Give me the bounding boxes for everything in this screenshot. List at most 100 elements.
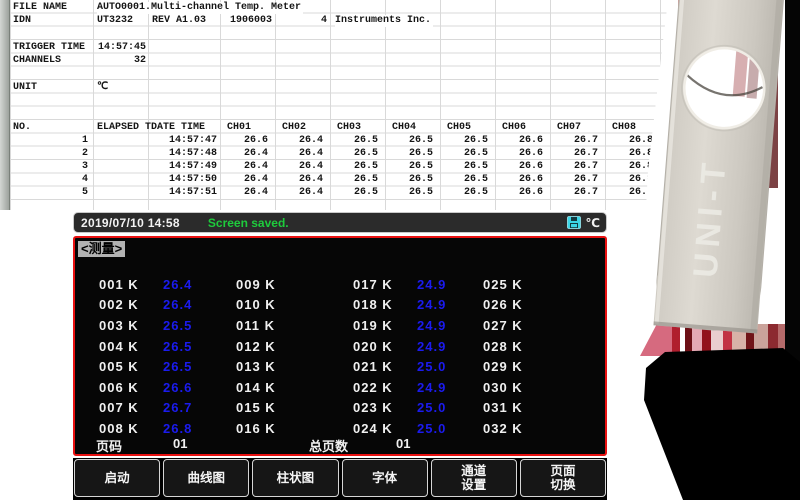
- cell-value: 26.5: [333, 135, 378, 147]
- channel-column-1: 001 K26.4 002 K26.4 003 K26.5 004 K26.5 …: [99, 274, 213, 439]
- channel-label: 024 K: [353, 421, 417, 436]
- composite-screenshot: { "spreadsheet": { "info": { "file_label…: [0, 0, 800, 500]
- cell-value: 26.4: [223, 148, 268, 160]
- channel-row: 017 K24.9: [353, 274, 467, 295]
- cell-value: 26.6: [498, 161, 543, 173]
- softkey-label: 柱状图: [277, 471, 315, 485]
- softkey-channel-setup[interactable]: 通道设置: [431, 459, 517, 497]
- total-pages-label: 总页数: [309, 436, 348, 455]
- channel-label: 031 K: [483, 400, 547, 415]
- softkey-label: 启动: [105, 471, 130, 485]
- cell-time: 14:57:51: [157, 187, 217, 199]
- channel-row: 019 K24.9: [353, 315, 467, 336]
- channel-value: 26.4: [163, 297, 213, 312]
- cell-value: 26.5: [388, 161, 433, 173]
- channel-row: 015 K: [236, 398, 350, 419]
- cell-time: 14:57:47: [157, 135, 217, 147]
- col-header: DATE TIME: [151, 122, 205, 134]
- cell-value: 26.5: [443, 187, 488, 199]
- softkey-bar-graph[interactable]: 柱状图: [252, 459, 338, 497]
- channel-label: 012 K: [236, 339, 300, 354]
- cell-label: CHANNELS: [13, 55, 61, 67]
- softkey-label: 页面: [550, 464, 575, 478]
- channel-column-3: 017 K24.9 018 K24.9 019 K24.9 020 K24.9 …: [353, 274, 467, 439]
- cell-rev: REV A1.03: [152, 15, 206, 27]
- channel-label: 010 K: [236, 297, 300, 312]
- cell-no: 5: [48, 187, 88, 199]
- channel-value: 26.5: [163, 339, 213, 354]
- channel-row: 010 K: [236, 295, 350, 316]
- channel-label: 026 K: [483, 297, 547, 312]
- cell-label: TRIGGER TIME: [13, 42, 85, 54]
- device-measure-screen: <测量> 001 K26.4 002 K26.4 003 K26.5 004 K…: [73, 236, 607, 456]
- mode-chip: <测量>: [78, 241, 125, 257]
- channel-value: 24.9: [417, 339, 467, 354]
- cell-label: FILE NAME: [13, 2, 67, 14]
- softkey-font[interactable]: 字体: [342, 459, 428, 497]
- cell-value: 26.5: [333, 187, 378, 199]
- channel-label: 018 K: [353, 297, 417, 312]
- col-header: NO.: [13, 122, 31, 134]
- page-number: 01: [173, 436, 187, 451]
- channel-row: 025 K: [483, 274, 597, 295]
- cell-time: 14:57:49: [157, 161, 217, 173]
- channel-label: 007 K: [99, 400, 163, 415]
- channel-value: 26.8: [163, 421, 213, 436]
- channel-label: 025 K: [483, 277, 547, 292]
- channel-label: 028 K: [483, 339, 547, 354]
- cell-value: 26.5: [333, 174, 378, 186]
- channel-label: 019 K: [353, 318, 417, 333]
- channel-value: 25.0: [417, 359, 467, 374]
- cell-time: 14:57:48: [157, 148, 217, 160]
- cell-company: Instruments Inc.: [335, 15, 433, 27]
- col-header: CH06: [502, 122, 526, 134]
- black-shadow-shape: [644, 348, 800, 500]
- channel-row: 001 K26.4: [99, 274, 213, 295]
- channel-label: 004 K: [99, 339, 163, 354]
- channel-row: 028 K: [483, 336, 597, 357]
- col-header: CH04: [392, 122, 416, 134]
- col-header: CH05: [447, 122, 471, 134]
- softkey-label: 字体: [372, 471, 397, 485]
- cell-value: 26.6: [498, 174, 543, 186]
- channel-value: 24.9: [417, 297, 467, 312]
- channel-row: 006 K26.6: [99, 377, 213, 398]
- cell-value: 26.4: [278, 135, 323, 147]
- channel-column-4: 025 K 026 K 027 K 028 K 029 K 030 K 031 …: [483, 274, 597, 439]
- softkey-start[interactable]: 启动: [74, 459, 160, 497]
- channel-value: 26.5: [163, 318, 213, 333]
- channel-label: 003 K: [99, 318, 163, 333]
- channel-value: 25.0: [417, 400, 467, 415]
- channel-label: 020 K: [353, 339, 417, 354]
- cell-value: 26.4: [223, 187, 268, 199]
- channel-value: 26.4: [163, 277, 213, 292]
- softkey-label: 曲线图: [188, 471, 226, 485]
- cell-num: 4: [277, 15, 327, 27]
- channel-row: 026 K: [483, 295, 597, 316]
- softkey-page-switch[interactable]: 页面切换: [520, 459, 606, 497]
- cell-value: 26.5: [388, 135, 433, 147]
- cell-no: 3: [48, 161, 88, 173]
- cell-no: 2: [48, 148, 88, 160]
- channel-label: 005 K: [99, 359, 163, 374]
- channel-row: 022 K24.9: [353, 377, 467, 398]
- usb-drive-photo: UNI-T: [580, 0, 800, 500]
- channel-row: 018 K24.9: [353, 295, 467, 316]
- device-datetime: 2019/07/10 14:58: [81, 216, 180, 230]
- cell-no: 1: [48, 135, 88, 147]
- softkey-curve-graph[interactable]: 曲线图: [163, 459, 249, 497]
- cell-value: 26.6: [498, 148, 543, 160]
- cell-time: 14:57:50: [157, 174, 217, 186]
- channel-value: 25.0: [417, 421, 467, 436]
- softkey-label: 通道: [461, 464, 486, 478]
- channel-row: 004 K26.5: [99, 336, 213, 357]
- cell-value: 26.4: [223, 161, 268, 173]
- cell-value: 26.5: [443, 174, 488, 186]
- channel-value: 26.6: [163, 380, 213, 395]
- channel-row: 031 K: [483, 398, 597, 419]
- channel-row: 023 K25.0: [353, 398, 467, 419]
- cell-no: 4: [48, 174, 88, 186]
- channel-value: 24.9: [417, 380, 467, 395]
- cell-serial: 1906003: [212, 15, 272, 27]
- cell-value: 26.6: [498, 135, 543, 147]
